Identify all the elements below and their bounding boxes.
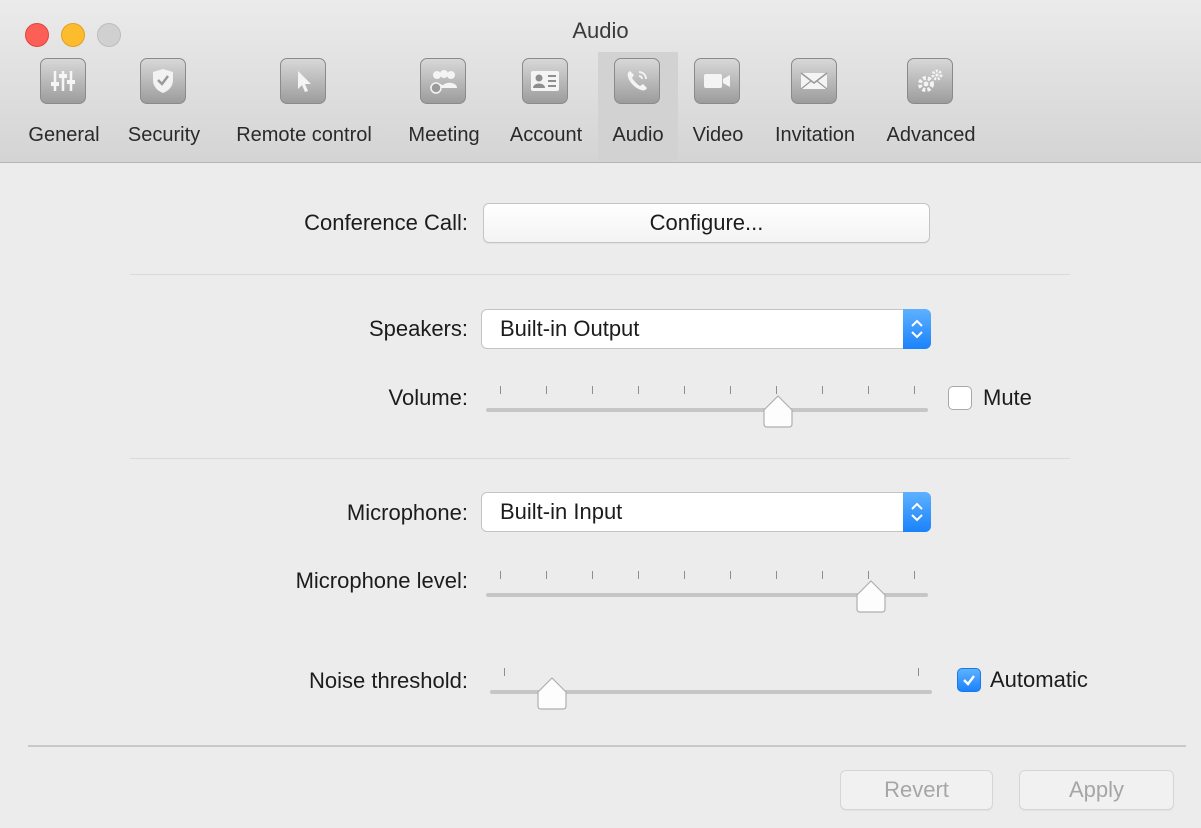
slider-tick xyxy=(546,386,547,394)
window-title: Audio xyxy=(572,18,629,43)
tab-audio-label: Audio xyxy=(612,124,664,146)
volume-slider-track xyxy=(486,408,928,412)
slider-tick xyxy=(500,571,501,579)
slider-knob[interactable] xyxy=(535,676,569,710)
divider xyxy=(130,458,1070,459)
tab-account-label: Account xyxy=(509,124,583,146)
tab-general[interactable]: General xyxy=(18,52,110,162)
microphone-value: Built-in Input xyxy=(500,499,623,524)
automatic-checkbox[interactable] xyxy=(957,668,981,692)
tab-advanced-label: Advanced xyxy=(886,124,976,146)
id-card-icon xyxy=(522,58,568,104)
tab-audio[interactable]: Audio xyxy=(598,52,678,162)
slider-tick xyxy=(868,571,869,579)
speakers-value: Built-in Output xyxy=(500,316,640,341)
select-stepper-icon xyxy=(903,492,931,532)
volume-label: Volume: xyxy=(388,385,469,410)
slider-tick xyxy=(868,386,869,394)
slider-tick xyxy=(822,386,823,394)
configure-button[interactable]: Configure... xyxy=(483,203,930,243)
speakers-select[interactable]: Built-in Output xyxy=(481,309,931,349)
slider-knob[interactable] xyxy=(761,394,795,428)
tab-advanced[interactable]: Advanced xyxy=(874,52,988,162)
preferences-window: Audio General Security Remote control Me… xyxy=(0,0,1201,828)
slider-tick xyxy=(638,386,639,394)
slider-tick xyxy=(914,571,915,579)
slider-tick xyxy=(914,386,915,394)
slider-tick xyxy=(776,386,777,394)
microphone-select[interactable]: Built-in Input xyxy=(481,492,931,532)
gears-icon xyxy=(907,58,953,104)
conference-call-label: Conference Call: xyxy=(304,210,468,235)
toolbar: Audio General Security Remote control Me… xyxy=(0,0,1201,163)
slider-tick xyxy=(592,571,593,579)
slider-tick xyxy=(730,386,731,394)
phone-icon xyxy=(614,58,660,104)
microphone-level-label: Microphone level: xyxy=(295,568,468,593)
slider-tick xyxy=(546,571,547,579)
divider xyxy=(130,274,1070,275)
mute-checkbox[interactable] xyxy=(948,386,972,410)
checkmark-icon xyxy=(963,675,975,686)
tab-video[interactable]: Video xyxy=(682,52,754,162)
tab-meeting-label: Meeting xyxy=(408,124,480,146)
apply-button[interactable]: Apply xyxy=(1019,770,1174,810)
noise-threshold-slider[interactable] xyxy=(490,662,932,712)
revert-button[interactable]: Revert xyxy=(840,770,993,810)
tab-remote-control-label: Remote control xyxy=(236,124,372,146)
footer-divider xyxy=(28,745,1186,747)
tab-security-label: Security xyxy=(127,124,201,146)
slider-tick xyxy=(638,571,639,579)
mute-label: Mute xyxy=(983,385,1032,410)
sliders-icon xyxy=(40,58,86,104)
slider-knob[interactable] xyxy=(854,579,888,613)
envelope-icon xyxy=(791,58,837,104)
tab-general-label: General xyxy=(28,124,100,146)
slider-tick xyxy=(504,668,505,676)
microphone-label: Microphone: xyxy=(346,500,468,525)
tab-invitation-label: Invitation xyxy=(774,124,856,146)
noise-threshold-label: Noise threshold: xyxy=(309,668,468,693)
slider-tick xyxy=(684,571,685,579)
tab-invitation[interactable]: Invitation xyxy=(762,52,868,162)
tab-remote-control[interactable]: Remote control xyxy=(218,52,390,162)
automatic-label: Automatic xyxy=(990,667,1088,692)
shield-icon xyxy=(140,58,186,104)
slider-tick xyxy=(822,571,823,579)
slider-tick xyxy=(918,668,919,676)
tab-account[interactable]: Account xyxy=(498,52,594,162)
tab-security[interactable]: Security xyxy=(114,52,214,162)
cursor-icon xyxy=(280,58,326,104)
tab-video-label: Video xyxy=(692,124,744,146)
slider-tick xyxy=(684,386,685,394)
slider-tick xyxy=(592,386,593,394)
volume-slider[interactable] xyxy=(486,380,928,430)
people-icon xyxy=(420,58,466,104)
microphone-level-slider[interactable] xyxy=(486,565,928,615)
select-stepper-icon xyxy=(903,309,931,349)
speakers-label: Speakers: xyxy=(368,316,468,341)
slider-tick xyxy=(730,571,731,579)
camera-icon xyxy=(694,58,740,104)
slider-tick xyxy=(776,571,777,579)
slider-tick xyxy=(500,386,501,394)
tab-meeting[interactable]: Meeting xyxy=(396,52,492,162)
